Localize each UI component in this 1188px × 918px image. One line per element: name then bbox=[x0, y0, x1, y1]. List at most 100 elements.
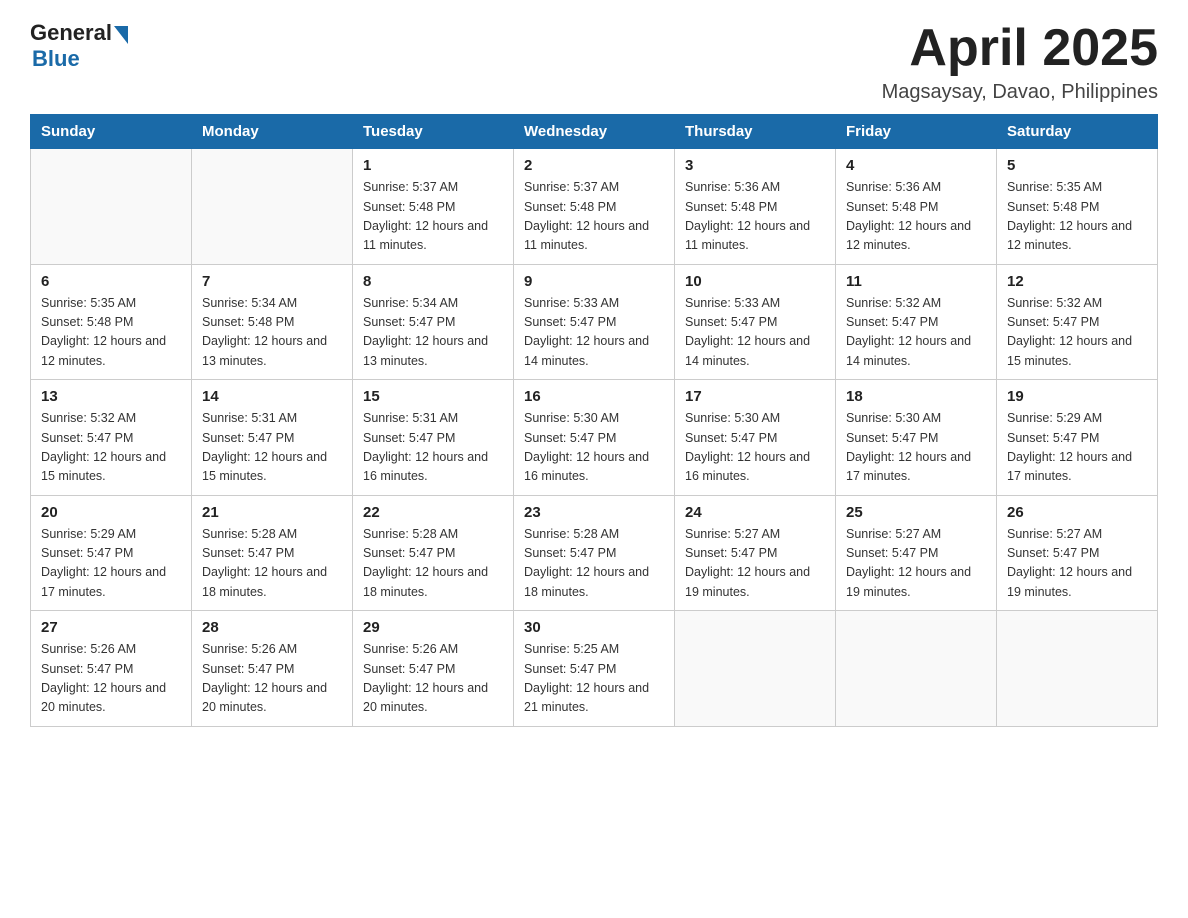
table-row: 25Sunrise: 5:27 AMSunset: 5:47 PMDayligh… bbox=[836, 495, 997, 611]
day-number: 22 bbox=[363, 504, 503, 521]
logo-general-text: General bbox=[30, 20, 112, 46]
header-wednesday: Wednesday bbox=[514, 115, 675, 149]
table-row: 2 Sunrise: 5:37 AMSunset: 5:48 PMDaylight… bbox=[514, 149, 675, 265]
day-number: 16 bbox=[524, 388, 664, 405]
table-row: 26 Sunrise: 5:27 AMSunset: 5:47 PMDayligh… bbox=[997, 495, 1158, 611]
table-row: 14 Sunrise: 5:31 AMSunset: 5:47 PMDayligh… bbox=[192, 380, 353, 496]
header-sunday: Sunday bbox=[31, 115, 192, 149]
day-number: 26 bbox=[1007, 504, 1147, 521]
day-detail: Sunrise: 5:35 AMSunset: 5:48 PMDaylight:… bbox=[41, 294, 181, 372]
table-row: 18Sunrise: 5:30 AMSunset: 5:47 PMDayligh… bbox=[836, 380, 997, 496]
calendar-header: Sunday Monday Tuesday Wednesday Thursday… bbox=[31, 115, 1158, 149]
table-row: 30 Sunrise: 5:25 AMSunset: 5:47 PMDayligh… bbox=[514, 611, 675, 727]
table-row: 15Sunrise: 5:31 AMSunset: 5:47 PMDayligh… bbox=[353, 380, 514, 496]
table-row: 5Sunrise: 5:35 AMSunset: 5:48 PMDaylight… bbox=[997, 149, 1158, 265]
day-detail: Sunrise: 5:27 AMSunset: 5:47 PMDaylight:… bbox=[1007, 525, 1147, 603]
day-detail: Sunrise: 5:31 AMSunset: 5:47 PMDaylight:… bbox=[202, 409, 342, 487]
day-number: 13 bbox=[41, 388, 181, 405]
table-row: 11 Sunrise: 5:32 AMSunset: 5:47 PMDayligh… bbox=[836, 264, 997, 380]
table-row: 6 Sunrise: 5:35 AMSunset: 5:48 PMDaylight… bbox=[31, 264, 192, 380]
table-row: 28 Sunrise: 5:26 AMSunset: 5:47 PMDayligh… bbox=[192, 611, 353, 727]
day-number: 4 bbox=[846, 157, 986, 174]
day-number: 15 bbox=[363, 388, 503, 405]
header-saturday: Saturday bbox=[997, 115, 1158, 149]
day-detail: Sunrise: 5:27 AMSunset: 5:47 PMDaylight:… bbox=[685, 525, 825, 603]
day-detail: Sunrise: 5:37 AMSunset: 5:48 PMDaylight:… bbox=[363, 178, 503, 256]
table-row: 9Sunrise: 5:33 AMSunset: 5:47 PMDaylight… bbox=[514, 264, 675, 380]
day-number: 28 bbox=[202, 619, 342, 636]
table-row: 12 Sunrise: 5:32 AMSunset: 5:47 PMDayligh… bbox=[997, 264, 1158, 380]
day-detail: Sunrise: 5:32 AMSunset: 5:47 PMDaylight:… bbox=[846, 294, 986, 372]
table-row: 19 Sunrise: 5:29 AMSunset: 5:47 PMDayligh… bbox=[997, 380, 1158, 496]
day-number: 14 bbox=[202, 388, 342, 405]
day-detail: Sunrise: 5:29 AMSunset: 5:47 PMDaylight:… bbox=[1007, 409, 1147, 487]
day-detail: Sunrise: 5:27 AMSunset: 5:47 PMDaylight:… bbox=[846, 525, 986, 603]
table-row: 4 Sunrise: 5:36 AMSunset: 5:48 PMDaylight… bbox=[836, 149, 997, 265]
day-number: 27 bbox=[41, 619, 181, 636]
table-row: 1 Sunrise: 5:37 AMSunset: 5:48 PMDaylight… bbox=[353, 149, 514, 265]
day-number: 17 bbox=[685, 388, 825, 405]
calendar-body: 1 Sunrise: 5:37 AMSunset: 5:48 PMDaylight… bbox=[31, 149, 1158, 727]
day-detail: Sunrise: 5:26 AMSunset: 5:47 PMDaylight:… bbox=[202, 640, 342, 718]
page-header: General Blue April 2025 Magsaysay, Davao… bbox=[30, 20, 1158, 104]
logo: General Blue bbox=[30, 20, 128, 72]
day-detail: Sunrise: 5:32 AMSunset: 5:47 PMDaylight:… bbox=[1007, 294, 1147, 372]
table-row: 8 Sunrise: 5:34 AMSunset: 5:47 PMDaylight… bbox=[353, 264, 514, 380]
table-row bbox=[31, 149, 192, 265]
header-friday: Friday bbox=[836, 115, 997, 149]
day-detail: Sunrise: 5:36 AMSunset: 5:48 PMDaylight:… bbox=[846, 178, 986, 256]
day-number: 7 bbox=[202, 273, 342, 290]
table-row: 27 Sunrise: 5:26 AMSunset: 5:47 PMDayligh… bbox=[31, 611, 192, 727]
table-row: 16 Sunrise: 5:30 AMSunset: 5:47 PMDayligh… bbox=[514, 380, 675, 496]
header-tuesday: Tuesday bbox=[353, 115, 514, 149]
day-detail: Sunrise: 5:33 AMSunset: 5:47 PMDaylight:… bbox=[524, 294, 664, 372]
day-detail: Sunrise: 5:29 AMSunset: 5:47 PMDaylight:… bbox=[41, 525, 181, 603]
day-detail: Sunrise: 5:37 AMSunset: 5:48 PMDaylight:… bbox=[524, 178, 664, 256]
table-row: 7 Sunrise: 5:34 AMSunset: 5:48 PMDaylight… bbox=[192, 264, 353, 380]
calendar-table: Sunday Monday Tuesday Wednesday Thursday… bbox=[30, 114, 1158, 727]
logo-blue-text: Blue bbox=[32, 46, 128, 72]
day-detail: Sunrise: 5:26 AMSunset: 5:47 PMDaylight:… bbox=[41, 640, 181, 718]
table-row: 24Sunrise: 5:27 AMSunset: 5:47 PMDayligh… bbox=[675, 495, 836, 611]
header-thursday: Thursday bbox=[675, 115, 836, 149]
month-title: April 2025 bbox=[882, 20, 1158, 77]
day-detail: Sunrise: 5:30 AMSunset: 5:47 PMDaylight:… bbox=[524, 409, 664, 487]
day-number: 11 bbox=[846, 273, 986, 290]
table-row: 13 Sunrise: 5:32 AMSunset: 5:47 PMDayligh… bbox=[31, 380, 192, 496]
table-row: 10Sunrise: 5:33 AMSunset: 5:47 PMDayligh… bbox=[675, 264, 836, 380]
table-row bbox=[997, 611, 1158, 727]
table-row: 22 Sunrise: 5:28 AMSunset: 5:47 PMDayligh… bbox=[353, 495, 514, 611]
day-detail: Sunrise: 5:35 AMSunset: 5:48 PMDaylight:… bbox=[1007, 178, 1147, 256]
day-detail: Sunrise: 5:32 AMSunset: 5:47 PMDaylight:… bbox=[41, 409, 181, 487]
day-number: 20 bbox=[41, 504, 181, 521]
day-number: 29 bbox=[363, 619, 503, 636]
day-number: 1 bbox=[363, 157, 503, 174]
table-row: 29Sunrise: 5:26 AMSunset: 5:47 PMDayligh… bbox=[353, 611, 514, 727]
header-monday: Monday bbox=[192, 115, 353, 149]
day-detail: Sunrise: 5:25 AMSunset: 5:47 PMDaylight:… bbox=[524, 640, 664, 718]
logo-triangle-icon bbox=[114, 26, 128, 44]
table-row: 17 Sunrise: 5:30 AMSunset: 5:47 PMDayligh… bbox=[675, 380, 836, 496]
day-number: 30 bbox=[524, 619, 664, 636]
day-detail: Sunrise: 5:33 AMSunset: 5:47 PMDaylight:… bbox=[685, 294, 825, 372]
location-subtitle: Magsaysay, Davao, Philippines bbox=[882, 81, 1158, 104]
day-number: 19 bbox=[1007, 388, 1147, 405]
table-row: 20 Sunrise: 5:29 AMSunset: 5:47 PMDayligh… bbox=[31, 495, 192, 611]
day-number: 2 bbox=[524, 157, 664, 174]
table-row: 21Sunrise: 5:28 AMSunset: 5:47 PMDayligh… bbox=[192, 495, 353, 611]
day-number: 23 bbox=[524, 504, 664, 521]
day-number: 6 bbox=[41, 273, 181, 290]
day-detail: Sunrise: 5:28 AMSunset: 5:47 PMDaylight:… bbox=[524, 525, 664, 603]
table-row bbox=[192, 149, 353, 265]
day-detail: Sunrise: 5:34 AMSunset: 5:47 PMDaylight:… bbox=[363, 294, 503, 372]
table-row: 23 Sunrise: 5:28 AMSunset: 5:47 PMDayligh… bbox=[514, 495, 675, 611]
day-detail: Sunrise: 5:30 AMSunset: 5:47 PMDaylight:… bbox=[846, 409, 986, 487]
day-detail: Sunrise: 5:30 AMSunset: 5:47 PMDaylight:… bbox=[685, 409, 825, 487]
day-detail: Sunrise: 5:28 AMSunset: 5:47 PMDaylight:… bbox=[363, 525, 503, 603]
table-row bbox=[836, 611, 997, 727]
day-number: 21 bbox=[202, 504, 342, 521]
day-number: 12 bbox=[1007, 273, 1147, 290]
day-detail: Sunrise: 5:34 AMSunset: 5:48 PMDaylight:… bbox=[202, 294, 342, 372]
title-block: April 2025 Magsaysay, Davao, Philippines bbox=[882, 20, 1158, 104]
day-number: 8 bbox=[363, 273, 503, 290]
